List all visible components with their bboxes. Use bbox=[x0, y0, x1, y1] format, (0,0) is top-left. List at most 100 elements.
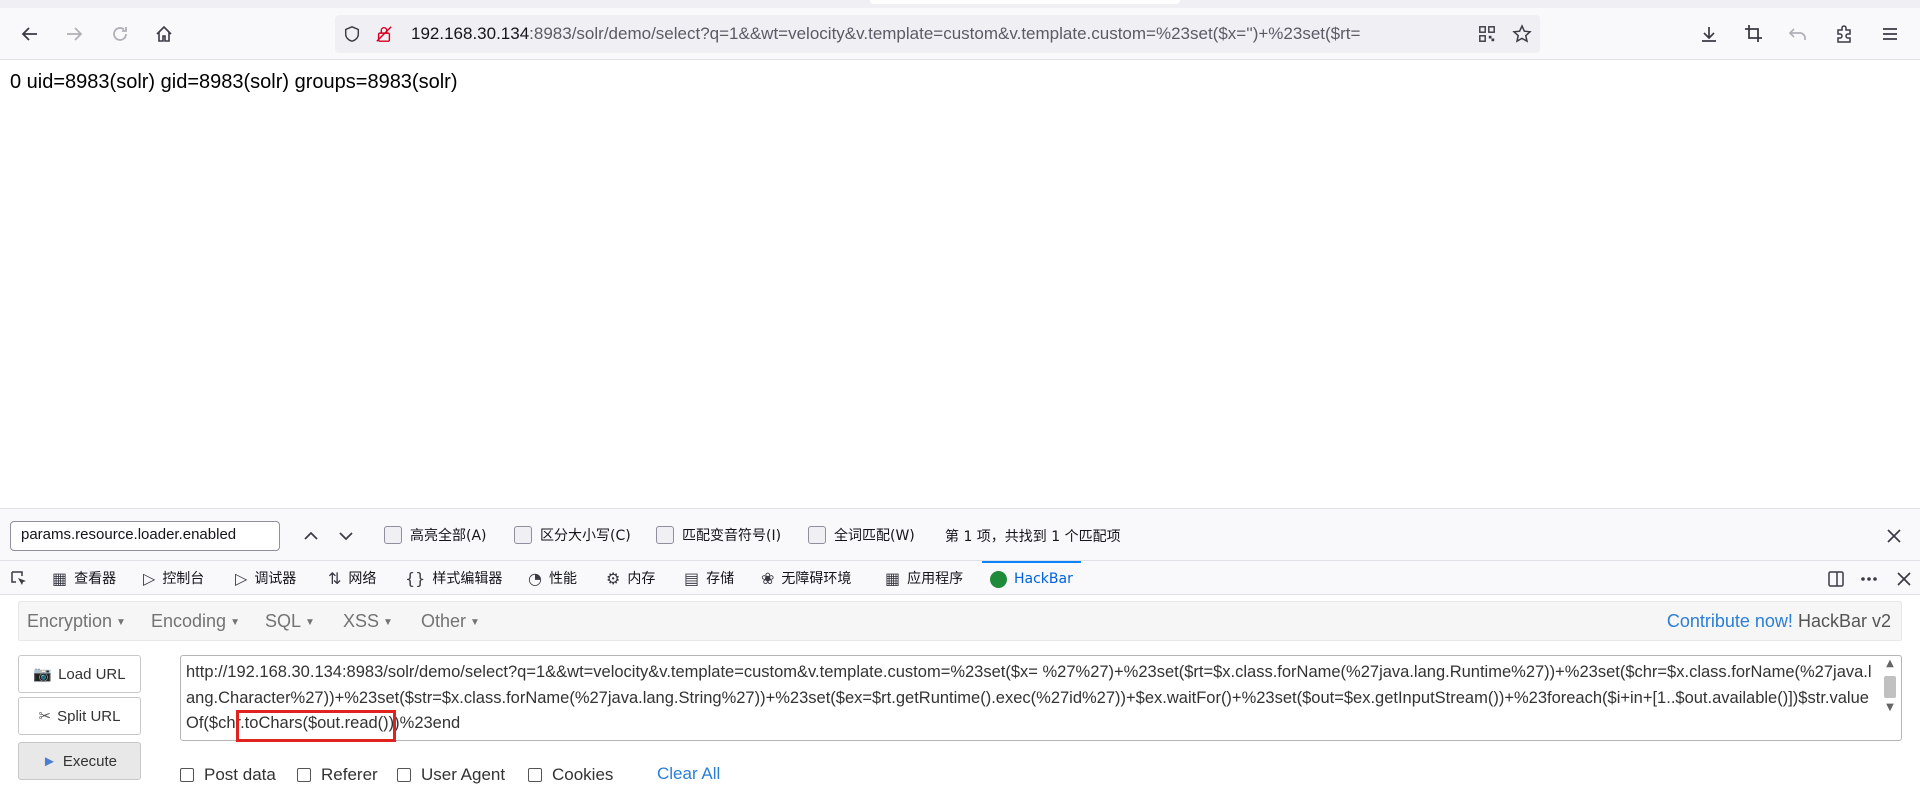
active-tab[interactable] bbox=[870, 0, 1180, 4]
tab-console[interactable]: ▷ 控制台 bbox=[143, 561, 204, 595]
tab-label: 网络 bbox=[348, 571, 377, 587]
tab-label: 性能 bbox=[548, 571, 577, 587]
menu-xss[interactable]: XSS ▼ bbox=[343, 611, 393, 632]
hackbar-menu: Encryption ▼ Encoding ▼ SQL ▼ XSS ▼ Other ▼ C… bbox=[18, 601, 1902, 641]
checkbox-box[interactable] bbox=[397, 768, 411, 782]
screenshot-button[interactable] bbox=[1738, 18, 1770, 50]
url-textarea-value[interactable]: http://192.168.30.134:8983/solr/demo/sel… bbox=[186, 660, 1876, 737]
tab-label: 调试器 bbox=[254, 571, 297, 587]
checkbox-box[interactable] bbox=[656, 526, 674, 544]
menu-other[interactable]: Other ▼ bbox=[421, 611, 480, 632]
contribute-area: Contribute now! HackBar v2 bbox=[1667, 611, 1891, 632]
element-picker-icon[interactable] bbox=[9, 569, 29, 589]
tab-network[interactable]: ⇅ 网络 bbox=[328, 561, 376, 595]
bookmark-star-icon[interactable] bbox=[1512, 24, 1532, 44]
match-diacritics-checkbox[interactable]: 匹配变音符号(I) bbox=[656, 525, 781, 545]
checkbox-box[interactable] bbox=[514, 526, 532, 544]
tab-label: 样式编辑器 bbox=[432, 571, 503, 587]
close-devtools-icon[interactable] bbox=[1894, 569, 1914, 589]
app-menu-button[interactable] bbox=[1874, 18, 1906, 50]
referer-checkbox[interactable]: Referer bbox=[297, 765, 378, 785]
style-editor-icon: {} bbox=[405, 568, 426, 588]
undo-button[interactable] bbox=[1782, 18, 1814, 50]
home-icon bbox=[156, 25, 172, 42]
execute-button[interactable]: ► Execute bbox=[18, 742, 141, 780]
command-output: 0 uid=8983(solr) gid=8983(solr) groups=8… bbox=[10, 71, 458, 93]
tab-application[interactable]: ▦ 应用程序 bbox=[885, 561, 963, 595]
textarea-scrollbar[interactable]: ▲ ▼ bbox=[1881, 658, 1899, 738]
clear-all-link[interactable]: Clear All bbox=[657, 764, 720, 784]
tab-label: HackBar bbox=[1014, 571, 1073, 587]
reload-button[interactable] bbox=[104, 18, 136, 50]
tab-label: 控制台 bbox=[162, 571, 205, 587]
performance-icon: ◔ bbox=[528, 568, 542, 588]
scroll-thumb[interactable] bbox=[1884, 676, 1896, 698]
scissors-icon: ✂ bbox=[38, 708, 52, 725]
url-textarea[interactable]: http://192.168.30.134:8983/solr/demo/sel… bbox=[180, 655, 1902, 741]
scroll-down-icon[interactable]: ▼ bbox=[1883, 702, 1897, 716]
user-agent-checkbox[interactable]: User Agent bbox=[397, 765, 505, 785]
tab-debugger[interactable]: ▷ 调试器 bbox=[235, 561, 296, 595]
forward-button[interactable] bbox=[58, 18, 90, 50]
home-button[interactable] bbox=[148, 18, 180, 50]
find-previous-button[interactable] bbox=[295, 520, 327, 552]
caret-down-icon: ▼ bbox=[116, 616, 126, 628]
menu-label: Encryption bbox=[27, 611, 113, 631]
tab-hackbar[interactable]: HackBar bbox=[982, 561, 1081, 595]
console-icon: ▷ bbox=[143, 568, 156, 588]
devtools-toolbar: ▦ 查看器 ▷ 控制台 ▷ 调试器 ⇅ 网络 {} 样式编辑器 ◔ 性能 ⚙ 内存 ▤ 存储 ❀… bbox=[0, 560, 1920, 595]
whole-words-checkbox[interactable]: 全词匹配(W) bbox=[808, 525, 915, 545]
reload-icon bbox=[113, 27, 127, 41]
network-icon: ⇅ bbox=[328, 568, 342, 588]
qr-code-icon[interactable] bbox=[1478, 25, 1496, 43]
chevron-up-icon bbox=[304, 531, 318, 540]
shield-icon[interactable] bbox=[343, 25, 361, 43]
scroll-up-icon[interactable]: ▲ bbox=[1883, 658, 1897, 672]
checkbox-box[interactable] bbox=[528, 768, 542, 782]
post-data-checkbox[interactable]: Post data bbox=[180, 765, 276, 785]
checkbox-box[interactable] bbox=[297, 768, 311, 782]
extensions-button[interactable] bbox=[1828, 18, 1860, 50]
menu-encryption[interactable]: Encryption ▼ bbox=[27, 611, 126, 632]
caret-down-icon: ▼ bbox=[305, 616, 315, 628]
checkbox-label: 区分大小写(C) bbox=[540, 528, 631, 544]
tab-label: 无障碍环境 bbox=[781, 571, 852, 587]
checkbox-label: 匹配变音符号(I) bbox=[682, 528, 782, 544]
insecure-lock-icon[interactable] bbox=[375, 25, 393, 43]
tab-inspector[interactable]: ▦ 查看器 bbox=[52, 561, 116, 595]
caret-down-icon: ▼ bbox=[230, 616, 240, 628]
dock-side-icon[interactable] bbox=[1826, 569, 1846, 589]
load-url-button[interactable]: 📷 Load URL bbox=[18, 655, 141, 693]
highlight-all-checkbox[interactable]: 高亮全部(A) bbox=[384, 525, 487, 545]
crop-icon bbox=[1745, 25, 1762, 42]
tab-accessibility[interactable]: ❀ 无障碍环境 bbox=[761, 561, 851, 595]
tab-label: 内存 bbox=[627, 571, 656, 587]
find-close-button[interactable] bbox=[1878, 520, 1910, 552]
menu-encoding[interactable]: Encoding ▼ bbox=[151, 611, 240, 632]
tab-performance[interactable]: ◔ 性能 bbox=[528, 561, 577, 595]
checkbox-box[interactable] bbox=[384, 526, 402, 544]
checkbox-box[interactable] bbox=[808, 526, 826, 544]
contribute-link[interactable]: Contribute now! bbox=[1667, 611, 1793, 631]
tab-strip bbox=[0, 0, 1920, 8]
highlight-annotation-box bbox=[236, 710, 396, 742]
find-input[interactable]: params.resource.loader.enabled bbox=[10, 521, 280, 551]
checkbox-box[interactable] bbox=[180, 768, 194, 782]
split-url-button[interactable]: ✂ Split URL bbox=[18, 697, 141, 735]
tab-memory[interactable]: ⚙ 内存 bbox=[606, 561, 655, 595]
address-bar[interactable]: 192.168.30.134:8983/solr/demo/select?q=1… bbox=[335, 15, 1540, 53]
checkbox-label: Referer bbox=[321, 765, 378, 784]
application-icon: ▦ bbox=[885, 568, 901, 588]
match-case-checkbox[interactable]: 区分大小写(C) bbox=[514, 525, 631, 545]
find-status: 第 1 项，共找到 1 个匹配项 bbox=[945, 529, 1121, 545]
menu-label: XSS bbox=[343, 611, 380, 631]
cookies-checkbox[interactable]: Cookies bbox=[528, 765, 613, 785]
back-button[interactable] bbox=[14, 18, 46, 50]
menu-sql[interactable]: SQL ▼ bbox=[265, 611, 315, 632]
downloads-button[interactable] bbox=[1693, 18, 1725, 50]
find-next-button[interactable] bbox=[330, 520, 362, 552]
tab-style-editor[interactable]: {} 样式编辑器 bbox=[405, 561, 502, 595]
more-options-icon[interactable] bbox=[1859, 569, 1879, 589]
checkbox-label: 高亮全部(A) bbox=[410, 528, 487, 544]
tab-storage[interactable]: ▤ 存储 bbox=[684, 561, 734, 595]
